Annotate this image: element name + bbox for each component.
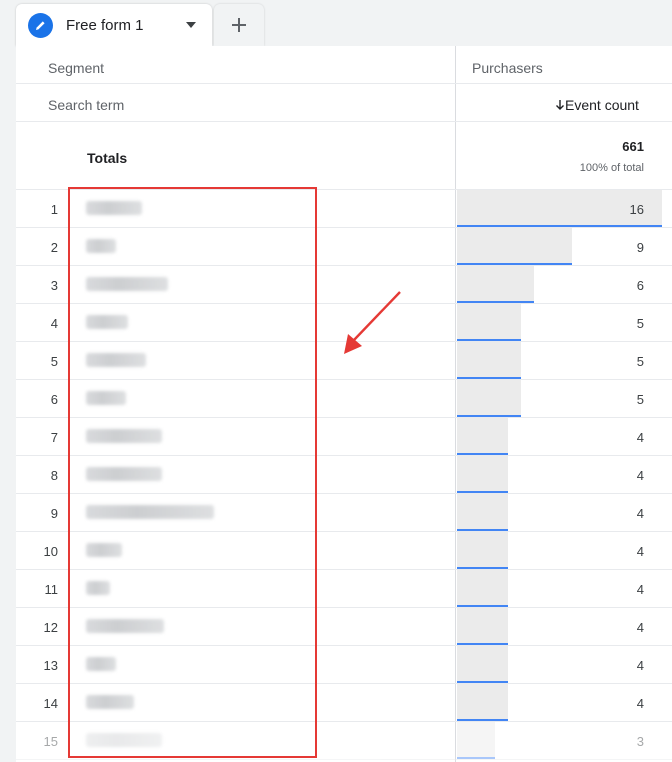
event-count-value: 4 (636, 544, 644, 559)
row-rank: 15 (43, 734, 58, 749)
row-rank: 1 (50, 202, 58, 217)
event-count-bar (457, 266, 534, 303)
event-count-label: Event count (565, 97, 639, 113)
row-rank: 10 (43, 544, 58, 559)
row-rank: 2 (50, 240, 58, 255)
event-count-value: 3 (636, 734, 644, 749)
search-term-column-header[interactable]: Search term (48, 97, 124, 113)
event-count-value: 5 (636, 392, 644, 407)
row-rank: 11 (44, 582, 59, 597)
row-divider (16, 759, 672, 760)
tab-free-form-1[interactable]: Free form 1 (16, 4, 212, 46)
event-count-value: 4 (636, 506, 644, 521)
row-rank: 8 (50, 468, 58, 483)
row-rank: 6 (50, 392, 58, 407)
plus-icon (232, 18, 246, 32)
annotation-arrow-icon (344, 291, 401, 354)
add-tab-button[interactable] (214, 4, 264, 46)
segment-header: Segment (48, 60, 105, 76)
event-count-bar (457, 532, 508, 569)
event-count-value: 4 (636, 620, 644, 635)
row-rank: 5 (50, 354, 58, 369)
arrow-down-icon (556, 100, 564, 110)
totals-label: Totals (87, 150, 128, 166)
event-count-bar (457, 570, 508, 607)
event-count-value: 4 (636, 658, 644, 673)
event-count-value: 4 (636, 468, 644, 483)
annotation-highlight-box (68, 187, 317, 758)
row-rank: 7 (50, 430, 58, 445)
chevron-down-icon[interactable] (186, 22, 196, 28)
event-count-bar (457, 380, 521, 417)
row-rank: 9 (50, 506, 58, 521)
event-count-bar (457, 304, 521, 341)
event-count-value: 5 (636, 316, 644, 331)
event-count-value: 4 (636, 696, 644, 711)
row-rank: 4 (50, 316, 58, 331)
event-count-value: 4 (636, 582, 644, 597)
event-count-bar (457, 456, 508, 493)
row-rank: 12 (43, 620, 58, 635)
event-count-bar (457, 684, 508, 721)
pencil-icon[interactable] (28, 13, 53, 38)
totals-percent: 100% of total (579, 162, 644, 174)
event-count-bar (457, 342, 521, 379)
event-count-bar (457, 608, 508, 645)
event-count-value: 5 (636, 354, 644, 369)
event-count-bar (457, 494, 508, 531)
purchasers-segment-header[interactable]: Purchasers (472, 60, 543, 76)
event-count-bar (457, 722, 495, 759)
header-divider (16, 83, 672, 84)
event-count-value: 6 (636, 278, 644, 293)
tab-label: Free form 1 (66, 17, 144, 34)
event-count-bar (457, 646, 508, 683)
event-count-value: 4 (636, 430, 644, 445)
event-count-value: 16 (629, 202, 644, 217)
row-rank: 14 (43, 696, 58, 711)
row-rank: 3 (50, 278, 58, 293)
event-count-bar (457, 228, 572, 265)
event-count-column-header[interactable]: Event count (555, 97, 639, 113)
row-rank: 13 (43, 658, 58, 673)
tab-bar: Free form 1 (0, 0, 672, 46)
event-count-bar (457, 418, 508, 455)
totals-value: 661 (622, 139, 644, 154)
pencil-glyph (36, 21, 45, 30)
event-count-value: 9 (636, 240, 644, 255)
subheader-divider (16, 121, 672, 122)
